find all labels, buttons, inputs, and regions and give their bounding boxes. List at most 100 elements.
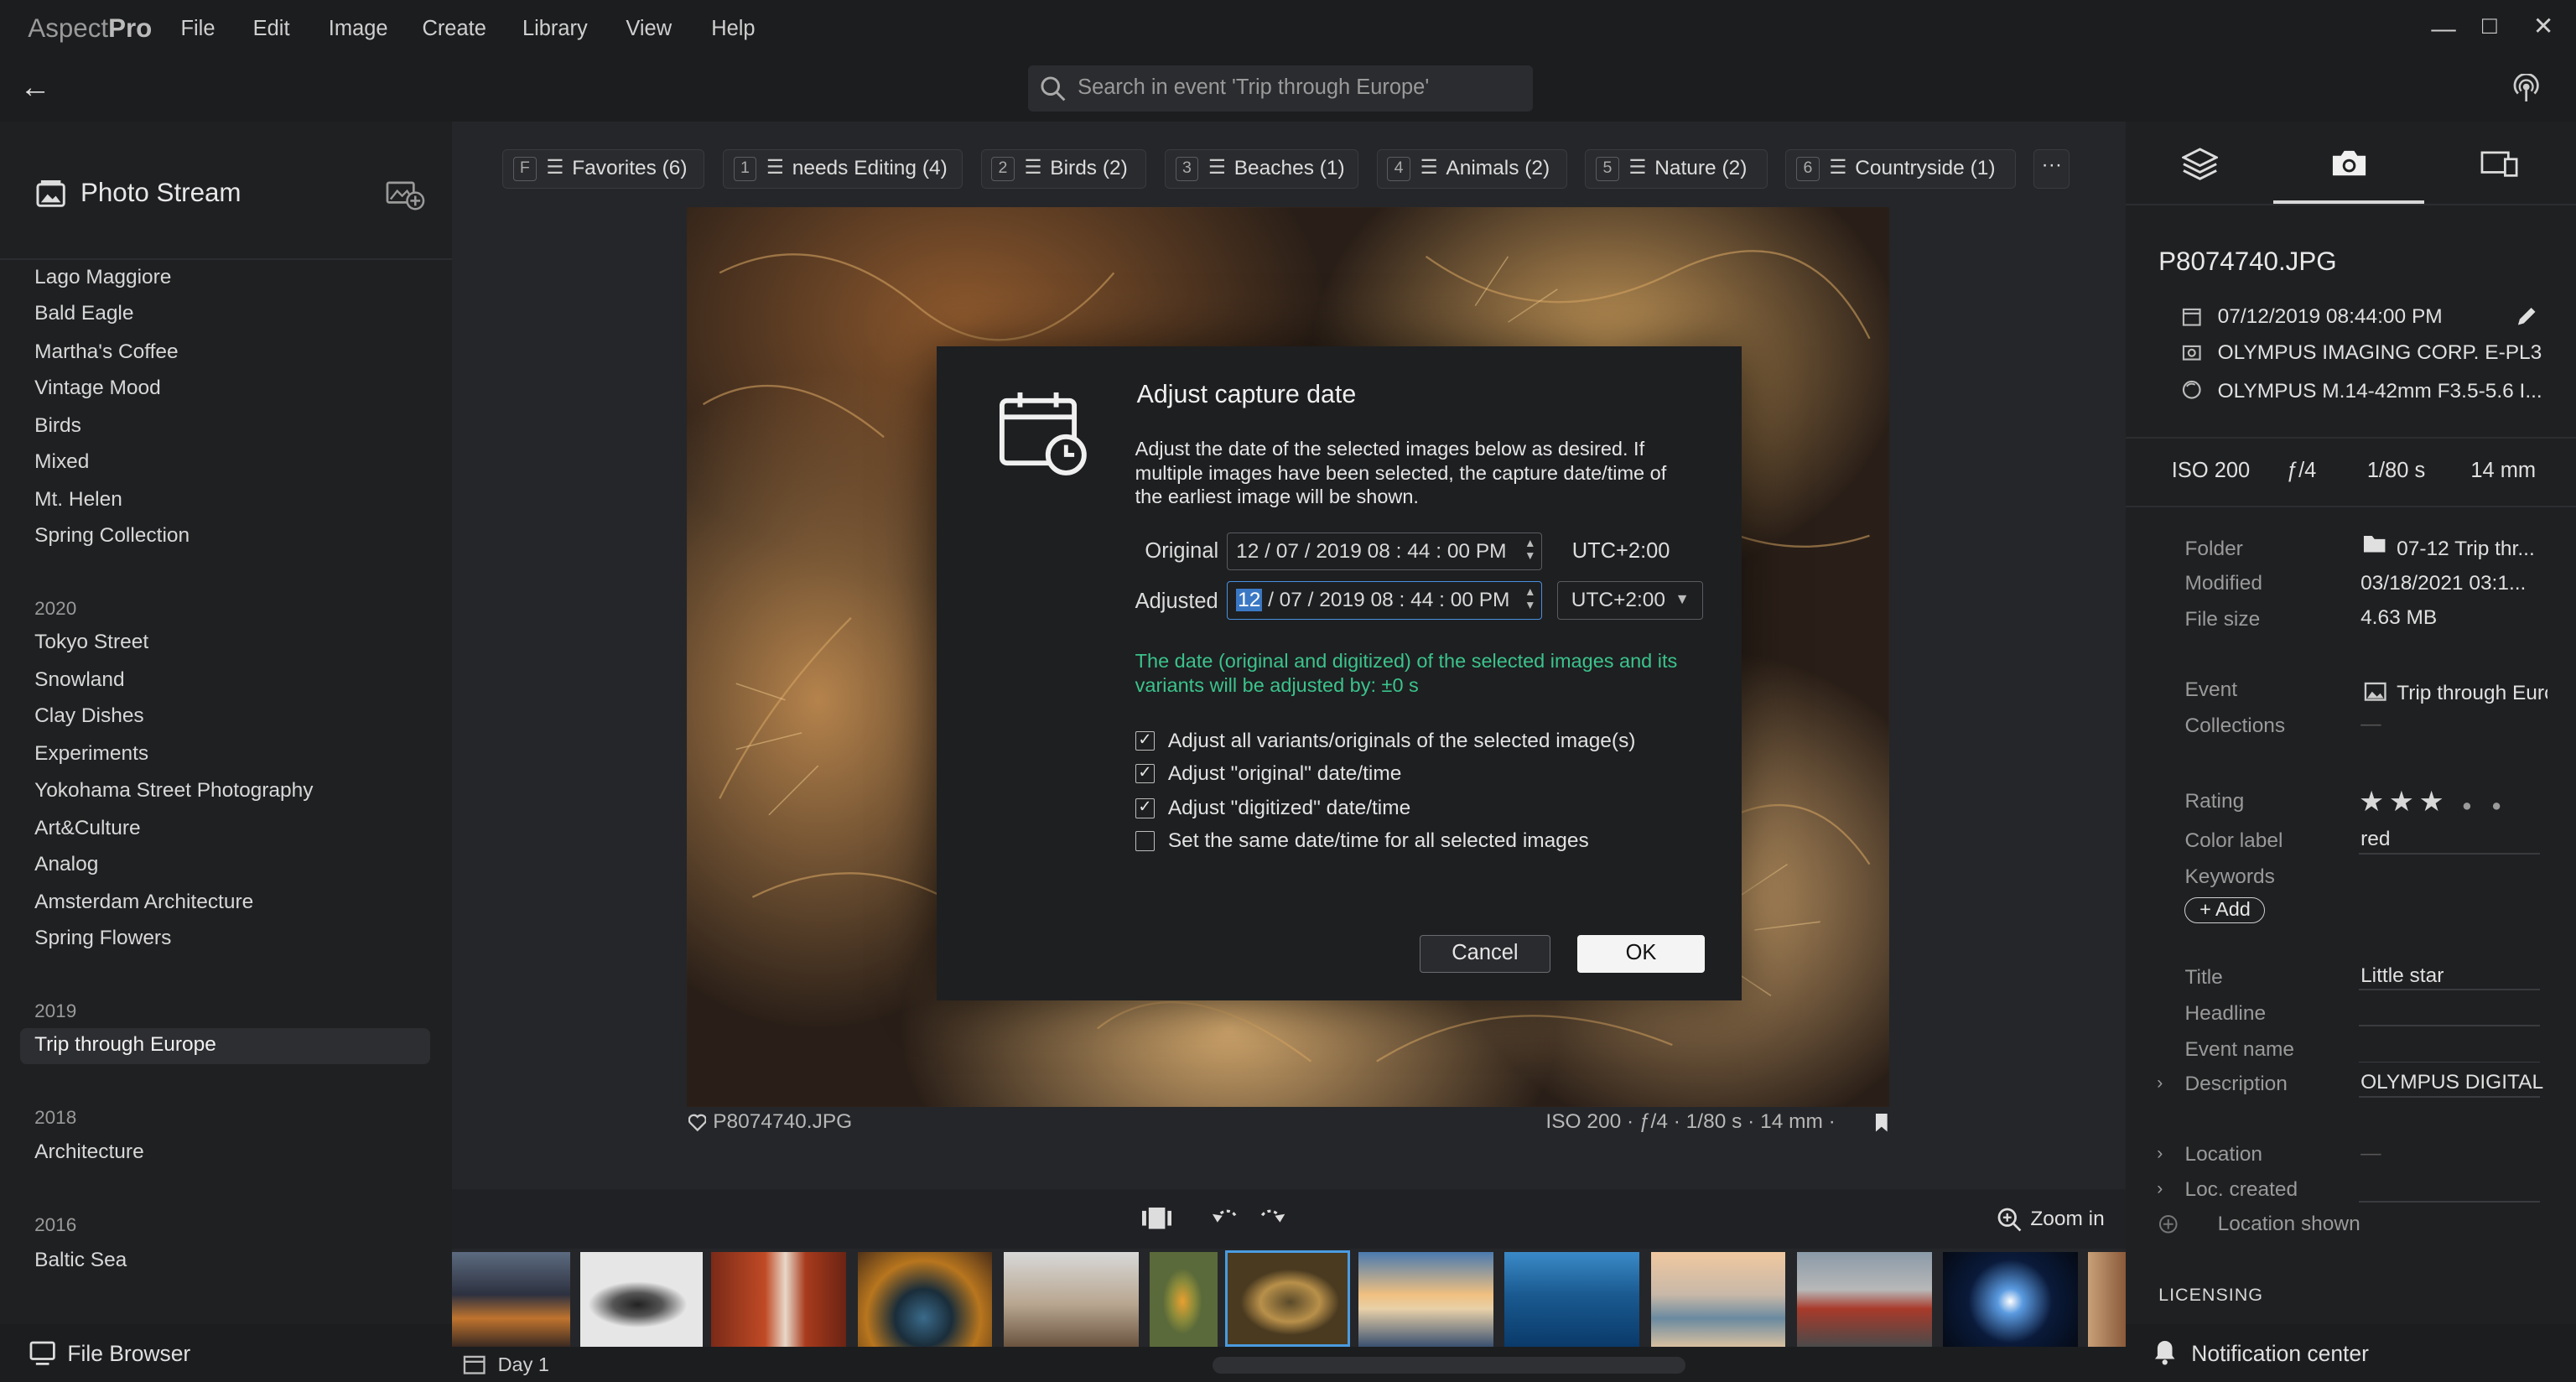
checkbox-adjust-original[interactable]: ✓ bbox=[1135, 763, 1156, 784]
location-created-field[interactable] bbox=[2359, 1201, 2540, 1203]
filmstrip-scrollbar[interactable] bbox=[1212, 1357, 1685, 1374]
thumbnail[interactable] bbox=[1797, 1251, 1932, 1348]
bookmark-icon[interactable] bbox=[1874, 1114, 1889, 1134]
original-spinner-icon[interactable]: ▲ ▼ bbox=[1522, 537, 1539, 563]
thumbnail[interactable] bbox=[711, 1251, 846, 1348]
checkbox-adjust-digitized[interactable]: ✓ bbox=[1135, 798, 1156, 818]
headline-field[interactable] bbox=[2359, 1025, 2540, 1027]
adjusted-datetime-field[interactable]: 12 / 07 / 2019 08 : 44 : 00 PM ▲ ▼ bbox=[1227, 581, 1543, 620]
description-field[interactable]: OLYMPUS DIGITAL bbox=[2360, 1071, 2543, 1094]
menu-edit[interactable]: Edit bbox=[253, 17, 290, 41]
sidebar-item-baltic-sea[interactable]: Baltic Sea bbox=[34, 1249, 127, 1272]
event-name-field[interactable] bbox=[2359, 1061, 2540, 1063]
thumbnail-selected[interactable] bbox=[1225, 1250, 1351, 1348]
rating-stars[interactable]: ★★★ ●● bbox=[2359, 785, 2521, 818]
filmstrip-view-icon[interactable] bbox=[1141, 1206, 1171, 1230]
sidebar-item-mt-helen[interactable]: Mt. Helen bbox=[34, 488, 122, 512]
maximize-icon[interactable]: □ bbox=[2482, 12, 2497, 40]
sidebar-year-2020: 2020 bbox=[34, 598, 77, 620]
color-label-value[interactable]: red bbox=[2360, 828, 2390, 851]
chevron-right-icon[interactable]: › bbox=[2157, 1178, 2163, 1199]
minimize-icon[interactable]: — bbox=[2431, 15, 2455, 44]
menu-help[interactable]: Help bbox=[711, 17, 755, 41]
sidebar-item-spring-flowers[interactable]: Spring Flowers bbox=[34, 927, 171, 950]
ok-button[interactable]: OK bbox=[1576, 934, 1706, 973]
sidebar-item-yokohama[interactable]: Yokohama Street Photography bbox=[34, 779, 313, 803]
sidebar-item-vintage-mood[interactable]: Vintage Mood bbox=[34, 377, 161, 400]
thumbnail[interactable] bbox=[2087, 1251, 2126, 1348]
menu-view[interactable]: View bbox=[626, 17, 672, 41]
thumbnail[interactable] bbox=[579, 1251, 704, 1348]
menu-create[interactable]: Create bbox=[422, 17, 486, 41]
thumbnail[interactable] bbox=[857, 1251, 993, 1348]
camera-icon[interactable] bbox=[2329, 148, 2369, 179]
sidebar-item-snowland[interactable]: Snowland bbox=[34, 668, 124, 692]
chevron-right-icon[interactable]: › bbox=[2157, 1073, 2163, 1094]
sidebar-item-bald-eagle[interactable]: Bald Eagle bbox=[34, 302, 133, 325]
title-field[interactable]: Little star bbox=[2360, 964, 2444, 988]
adjusted-spinner-icon[interactable]: ▲ ▼ bbox=[1522, 585, 1539, 611]
checkbox-adjust-variants[interactable]: ✓ bbox=[1135, 730, 1156, 751]
chip-nature[interactable]: 5 ☰ Nature (2) bbox=[1585, 149, 1768, 190]
search-input[interactable]: Search in event 'Trip through Europe' bbox=[1078, 75, 1429, 100]
edit-pencil-icon[interactable] bbox=[2515, 305, 2537, 328]
heart-icon[interactable] bbox=[688, 1114, 707, 1132]
rotate-right-icon[interactable] bbox=[1257, 1206, 1286, 1229]
sidebar-item-trip-through-europe[interactable]: Trip through Europe bbox=[34, 1033, 216, 1057]
timezone-dropdown[interactable]: UTC+2:00 ▼ bbox=[1557, 581, 1704, 620]
sidebar-item-architecture[interactable]: Architecture bbox=[34, 1140, 144, 1164]
file-browser-button[interactable]: File Browser bbox=[67, 1341, 190, 1367]
original-datetime-field[interactable]: 12 / 07 / 2019 08 : 44 : 00 PM ▲ ▼ bbox=[1227, 532, 1543, 570]
thumbnail[interactable] bbox=[1003, 1251, 1139, 1348]
sidebar-item-tokyo-street[interactable]: Tokyo Street bbox=[34, 631, 148, 654]
thumbnail[interactable] bbox=[1150, 1251, 1218, 1348]
chip-beaches[interactable]: 3 ☰ Beaches (1) bbox=[1164, 149, 1359, 190]
collections-value[interactable]: — bbox=[2360, 713, 2381, 736]
menu-library[interactable]: Library bbox=[522, 17, 588, 41]
menu-file[interactable]: File bbox=[180, 17, 215, 41]
chip-label: Favorites (6) bbox=[572, 157, 688, 180]
checkbox-same-datetime[interactable] bbox=[1135, 831, 1156, 851]
more-chips-button[interactable]: ··· bbox=[2033, 149, 2070, 190]
sidebar-item-clay-dishes[interactable]: Clay Dishes bbox=[34, 704, 144, 728]
notification-center-button[interactable]: Notification center bbox=[2191, 1341, 2369, 1367]
menu-image[interactable]: Image bbox=[329, 17, 388, 41]
chip-needs-editing[interactable]: 1 ☰ needs Editing (4) bbox=[722, 149, 963, 190]
location-value[interactable]: — bbox=[2360, 1142, 2381, 1166]
add-keyword-button[interactable]: + Add bbox=[2184, 896, 2266, 923]
thumbnail[interactable] bbox=[1943, 1251, 2079, 1348]
thumbnail[interactable] bbox=[451, 1251, 570, 1348]
adjusted-month-segment[interactable]: 12 bbox=[1236, 589, 1263, 612]
broadcast-icon[interactable] bbox=[2513, 74, 2539, 102]
chip-birds[interactable]: 2 ☰ Birds (2) bbox=[980, 149, 1147, 190]
chip-animals[interactable]: 4 ☰ Animals (2) bbox=[1376, 149, 1567, 190]
chip-countryside[interactable]: 6 ☰ Countryside (1) bbox=[1785, 149, 2016, 190]
event-value[interactable]: Trip through Euro bbox=[2397, 682, 2547, 705]
thumbnail[interactable] bbox=[1504, 1251, 1640, 1348]
chip-favorites[interactable]: F ☰ Favorites (6) bbox=[502, 149, 705, 190]
sidebar-item-lago-maggiore[interactable]: Lago Maggiore bbox=[34, 266, 171, 289]
sidebar-item-spring-collection[interactable]: Spring Collection bbox=[34, 524, 190, 548]
zoom-in-button[interactable]: Zoom in bbox=[2030, 1208, 2104, 1231]
sidebar-item-marthas-coffee[interactable]: Martha's Coffee bbox=[34, 340, 179, 364]
sidebar-item-amsterdam[interactable]: Amsterdam Architecture bbox=[34, 891, 253, 914]
color-label-label: Color label bbox=[2184, 829, 2283, 853]
close-icon[interactable]: ✕ bbox=[2533, 12, 2554, 41]
thumbnail[interactable] bbox=[1358, 1251, 1493, 1348]
add-event-icon[interactable] bbox=[386, 178, 425, 210]
rotate-left-icon[interactable] bbox=[1211, 1206, 1240, 1229]
back-arrow-icon[interactable]: ← bbox=[20, 69, 51, 105]
sidebar-item-birds[interactable]: Birds bbox=[34, 414, 81, 438]
sidebar-item-experiments[interactable]: Experiments bbox=[34, 742, 148, 766]
folder-value[interactable]: 07-12 Trip thr... bbox=[2397, 538, 2535, 561]
devices-icon[interactable] bbox=[2480, 149, 2520, 177]
sidebar-item-analog[interactable]: Analog bbox=[34, 853, 98, 876]
chevron-right-icon[interactable]: › bbox=[2157, 1143, 2163, 1164]
add-circle-icon[interactable] bbox=[2158, 1214, 2179, 1234]
sidebar-item-mixed[interactable]: Mixed bbox=[34, 450, 89, 474]
layers-icon[interactable] bbox=[2181, 148, 2218, 181]
thumbnail[interactable] bbox=[1650, 1251, 1786, 1348]
rating-empty-dots[interactable]: ●● bbox=[2462, 797, 2521, 815]
sidebar-item-art-culture[interactable]: Art&Culture bbox=[34, 817, 140, 840]
cancel-button[interactable]: Cancel bbox=[1419, 934, 1551, 973]
